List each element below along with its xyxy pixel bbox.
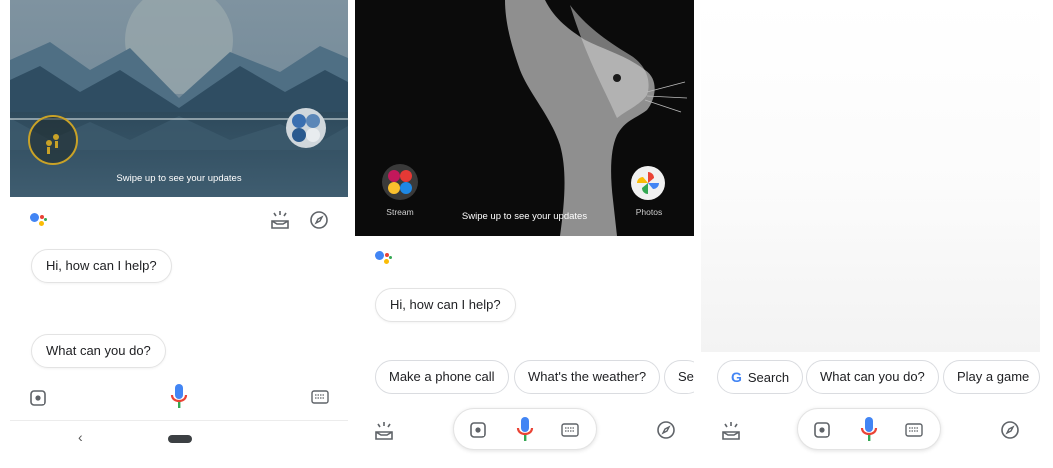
cat-wallpaper (355, 0, 694, 236)
landscape-wallpaper (10, 0, 348, 197)
chip-search-label: Search (747, 370, 790, 385)
keyboard-icon[interactable] (560, 422, 580, 438)
microphone-icon[interactable] (514, 415, 536, 445)
assistant-screen-2: Stream Photos Swipe up to see your updat… (355, 0, 694, 468)
home-button[interactable] (168, 435, 192, 443)
assistant-logo-icon (30, 213, 48, 229)
swipe-up-hint: Swipe up to see your updates (116, 173, 242, 184)
assistant-screen-1: Swipe up to see your updates Hi, how can… (10, 0, 348, 468)
keyboard-icon[interactable] (310, 389, 330, 405)
updates-icon[interactable] (719, 419, 743, 443)
explore-compass-icon[interactable] (999, 419, 1021, 441)
updates-hero-cat[interactable]: Stream Photos Swipe up to see your updat… (355, 0, 694, 236)
chip-search[interactable]: G Search (717, 360, 804, 394)
fitness-icon[interactable] (28, 115, 78, 165)
assistant-greeting: Hi, how can I help? (31, 249, 172, 283)
apps-cluster-icon[interactable] (286, 108, 326, 148)
swipe-up-hint: Swipe up to see your updates (461, 211, 588, 222)
chip-what-can-you-do[interactable]: What can you do? (806, 360, 939, 394)
lens-icon[interactable] (27, 387, 49, 409)
blank-content-area (701, 0, 1040, 352)
updates-hero-landscape[interactable]: Swipe up to see your updates (10, 0, 348, 197)
system-nav-bar: ‹ (10, 420, 348, 468)
google-g-icon: G (731, 369, 742, 385)
lens-icon[interactable] (812, 420, 832, 440)
google-photos-icon[interactable] (631, 166, 665, 200)
chip-make-phone-call[interactable]: Make a phone call (375, 360, 509, 394)
explore-compass-icon[interactable] (307, 208, 331, 232)
assistant-logo-icon (375, 251, 393, 267)
lens-icon[interactable] (468, 420, 488, 440)
back-button[interactable]: ‹ (78, 429, 83, 445)
chip-weather[interactable]: What's the weather? (514, 360, 661, 394)
chip-set[interactable]: Set (664, 360, 694, 394)
suggestion-what-can-you-do[interactable]: What can you do? (31, 334, 166, 368)
microphone-icon[interactable] (858, 415, 880, 445)
chip-play-a-game[interactable]: Play a game (943, 360, 1040, 394)
keyboard-icon[interactable] (904, 422, 924, 438)
assistant-greeting: Hi, how can I help? (375, 288, 516, 322)
updates-icon[interactable] (268, 208, 292, 232)
microphone-icon[interactable] (168, 382, 190, 412)
explore-compass-icon[interactable] (655, 419, 677, 441)
assistant-screen-3: G Search What can you do? Play a game (701, 0, 1040, 468)
updates-icon[interactable] (372, 419, 396, 443)
stream-apps-icon[interactable] (382, 164, 418, 200)
